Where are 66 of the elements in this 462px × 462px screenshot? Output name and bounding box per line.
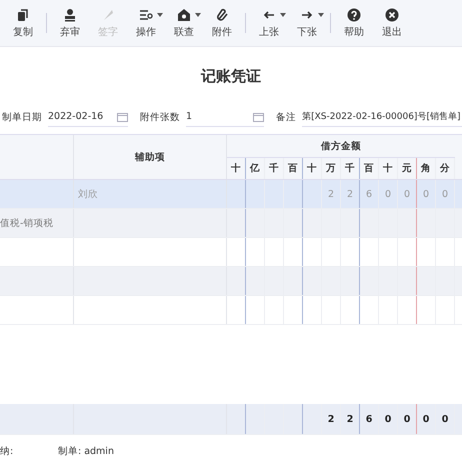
total-digit: 0 [404, 414, 410, 424]
copy-icon [16, 8, 30, 22]
calendar-icon [116, 112, 128, 122]
cashier-label: 纳: [0, 445, 14, 458]
toolbar-button[interactable]: 下张 [288, 8, 326, 38]
total-digit: 6 [366, 414, 372, 424]
calendar-icon [253, 112, 264, 122]
field-label: 附件张数 [140, 110, 180, 124]
total-digit: 2 [346, 414, 354, 424]
total-digit: 0 [422, 414, 430, 424]
amount-digit: 0 [422, 188, 430, 200]
table-row[interactable] [0, 267, 462, 296]
digit-unit-header: 十 [379, 158, 398, 179]
attachments-field[interactable]: 1 [186, 108, 264, 126]
digit-unit-header: 十 [227, 158, 246, 179]
digit-unit-header: 角 [417, 158, 436, 179]
caret-icon [280, 12, 286, 16]
total-digit: 0 [384, 414, 392, 424]
toolbar-button[interactable]: 附件 [203, 8, 241, 38]
maker-name: admin [84, 446, 114, 457]
digit-unit-header: 分 [436, 158, 455, 179]
house-icon [177, 8, 191, 22]
total-digit: 2 [328, 414, 334, 424]
caret-icon [318, 12, 324, 16]
digit-unit-header: 亿 [246, 158, 265, 179]
help-icon [347, 8, 361, 22]
maker-label: 制单: [58, 445, 82, 458]
digit-unit-header: 万 [322, 158, 341, 179]
table-row[interactable] [0, 296, 462, 325]
digit-unit-header: 元 [398, 158, 417, 179]
list-icon [139, 8, 153, 22]
toolbar-button[interactable]: 弃审 [51, 8, 89, 38]
close-icon [385, 8, 399, 22]
toolbar-button[interactable]: 复制 [4, 8, 42, 38]
toolbar-button[interactable]: 上张 [250, 8, 288, 38]
toolbar-button[interactable]: 操作 [127, 8, 165, 38]
amount-digit: 2 [328, 188, 334, 200]
remark-field[interactable]: 第[XS-2022-02-16-00006]号[销售单] [302, 108, 462, 126]
digit-unit-header: 百 [360, 158, 379, 179]
amount-digit: 0 [442, 188, 448, 200]
digit-unit-header: 百 [284, 158, 303, 179]
toolbar-button[interactable]: 帮助 [335, 8, 373, 38]
voucher-title: 记账凭证 [200, 67, 262, 86]
digit-unit-header: 十 [303, 158, 322, 179]
feather-icon [101, 8, 115, 22]
table-cell: 值税-销项税 [0, 216, 54, 230]
date-field[interactable]: 2022-02-16 [48, 108, 128, 126]
paperclip-icon [215, 8, 229, 22]
caret-icon [195, 12, 201, 16]
table-row[interactable]: 值税-销项税 [0, 209, 462, 238]
stamp-icon [63, 8, 77, 22]
amount-digit: 0 [384, 188, 392, 200]
table-cell-text: 刘欣 [77, 188, 98, 200]
header-cell: 借方金额 [227, 135, 455, 158]
toolbar-button[interactable]: 退出 [373, 8, 411, 38]
field-label: 制单日期 [2, 110, 42, 124]
caret-icon [157, 12, 163, 16]
total-digit: 0 [442, 414, 448, 424]
field-label: 备注 [276, 110, 296, 124]
amount-digit: 0 [404, 188, 410, 200]
digit-unit-header: 千 [265, 158, 284, 179]
amount-digit: 2 [346, 188, 354, 200]
amount-digit: 6 [366, 188, 372, 200]
toolbar-button[interactable]: 联查 [165, 8, 203, 38]
digit-unit-header: 千 [341, 158, 360, 179]
header-cell: 辅助项 [74, 135, 227, 179]
